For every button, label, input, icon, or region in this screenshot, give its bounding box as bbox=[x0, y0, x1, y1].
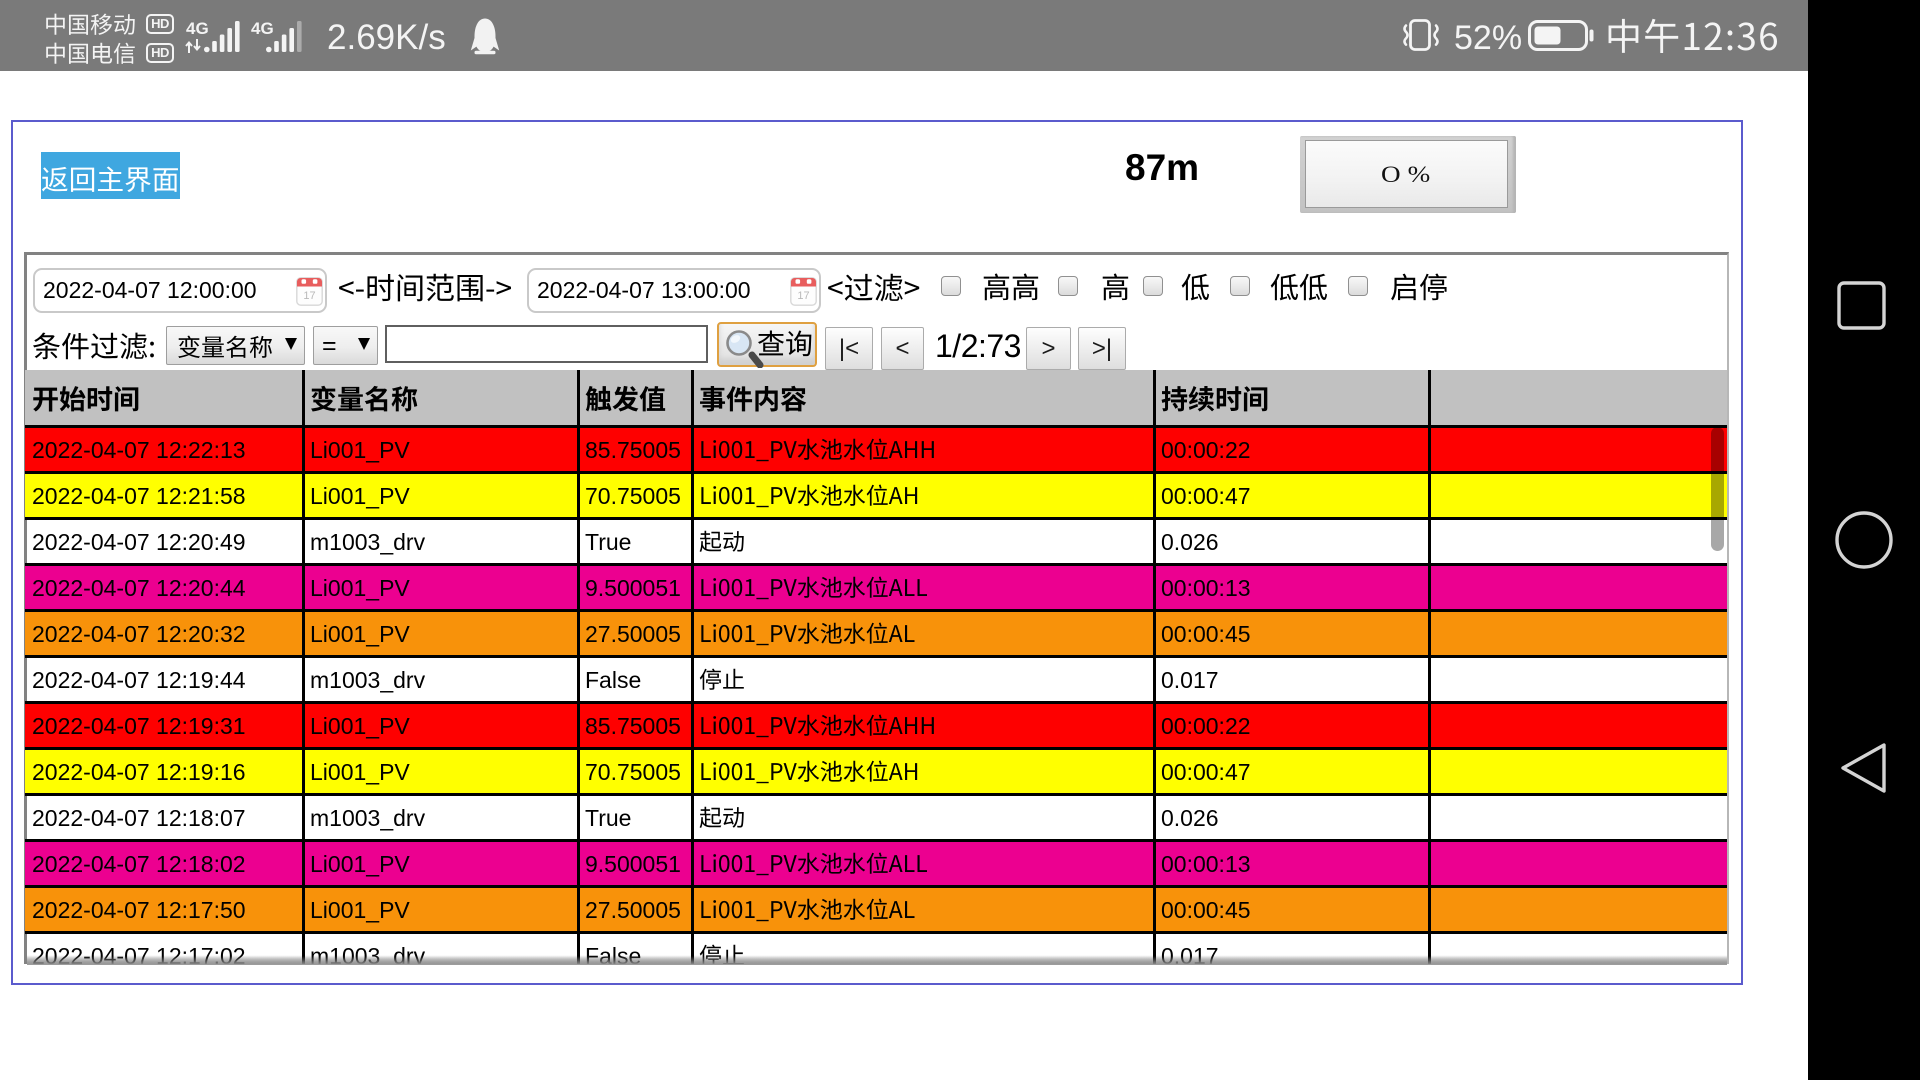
svg-text:17: 17 bbox=[303, 290, 315, 302]
svg-text:17: 17 bbox=[797, 290, 809, 302]
